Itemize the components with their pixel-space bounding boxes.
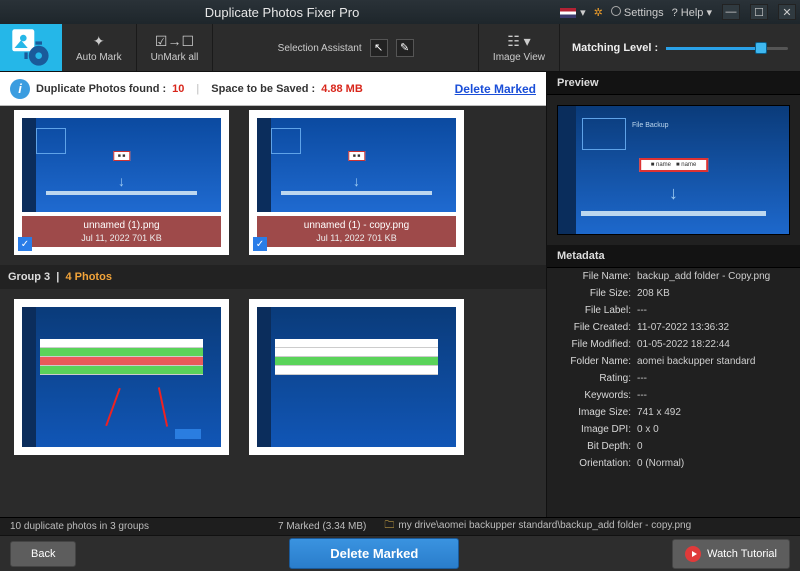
delete-marked-button[interactable]: Delete Marked	[289, 538, 459, 569]
matching-slider[interactable]	[666, 41, 788, 55]
unmark-all-button[interactable]: ☑→☐ UnMark all	[137, 24, 214, 71]
metadata-value: 01-05-2022 18:22:44	[637, 339, 792, 350]
metadata-row: File Created:11-07-2022 13:36:32	[547, 319, 800, 336]
dup-count: 10	[172, 83, 184, 95]
status-bar: 10 duplicate photos in 3 groups 7 Marked…	[0, 517, 800, 535]
space-value: 4.88 MB	[321, 83, 363, 95]
metadata-value: 0 x 0	[637, 424, 792, 435]
lang-icon[interactable]: ✲	[594, 6, 603, 19]
metadata-row: Image DPI:0 x 0	[547, 421, 800, 438]
maximize-button[interactable]: ☐	[750, 4, 768, 20]
metadata-key: Folder Name:	[555, 356, 637, 367]
metadata-value: 0	[637, 441, 792, 452]
thumbnail	[22, 307, 221, 447]
toolbar: ✦ Auto Mark ☑→☐ UnMark all Selection Ass…	[0, 24, 800, 72]
metadata-row: Folder Name:aomei backupper standard	[547, 353, 800, 370]
metadata-key: Image Size:	[555, 407, 637, 418]
metadata-key: File Modified:	[555, 339, 637, 350]
auto-mark-button[interactable]: ✦ Auto Mark	[62, 24, 137, 71]
app-title: Duplicate Photos Fixer Pro	[4, 5, 560, 20]
info-icon: i	[10, 79, 30, 99]
metadata-key: Keywords:	[555, 390, 637, 401]
delete-marked-link[interactable]: Delete Marked	[455, 82, 536, 96]
close-button[interactable]: ✕	[778, 4, 796, 20]
mark-checkbox[interactable]: ✓	[18, 237, 32, 251]
status-marked: 7 Marked (3.34 MB)	[278, 521, 366, 532]
status-summary: 10 duplicate photos in 3 groups	[10, 521, 260, 532]
preview-image[interactable]: File Backup ■ name ■ name↓	[557, 105, 790, 235]
metadata-value: ---	[637, 373, 792, 384]
photo-card[interactable]	[249, 299, 464, 455]
photo-caption: unnamed (1).png Jul 11, 2022 701 KB	[22, 216, 221, 247]
watch-tutorial-button[interactable]: Watch Tutorial	[672, 539, 790, 569]
metadata-key: Orientation:	[555, 458, 637, 469]
metadata-value: 11-07-2022 13:36:32	[637, 322, 792, 333]
results-pane: i Duplicate Photos found : 10 | Space to…	[0, 72, 546, 517]
metadata-value: ---	[637, 305, 792, 316]
uncheck-icon: ☑→☐	[155, 32, 194, 50]
metadata-title: Metadata	[547, 245, 800, 268]
metadata-value: backup_add folder - Copy.png	[637, 271, 792, 282]
metadata-key: Image DPI:	[555, 424, 637, 435]
photo-card[interactable]	[14, 299, 229, 455]
assist-icon-1[interactable]: ↖	[370, 39, 388, 57]
wand-icon: ✦	[93, 32, 105, 50]
metadata-list[interactable]: File Name:backup_add folder - Copy.pngFi…	[547, 268, 800, 517]
preview-title: Preview	[547, 72, 800, 95]
metadata-key: Rating:	[555, 373, 637, 384]
image-view-button[interactable]: ☷ ▾ Image View	[479, 24, 560, 71]
metadata-value: aomei backupper standard	[637, 356, 792, 367]
group-header: Group 3 | 4 Photos	[0, 265, 546, 289]
metadata-row: File Label:---	[547, 302, 800, 319]
assist-icon-2[interactable]: ✎	[396, 39, 414, 57]
grid-icon: ☷ ▾	[507, 32, 530, 50]
thumbnail: ■ ■↓	[22, 118, 221, 212]
settings-link[interactable]: Settings	[611, 6, 664, 19]
metadata-value: 208 KB	[637, 288, 792, 299]
info-bar: i Duplicate Photos found : 10 | Space to…	[0, 72, 546, 106]
metadata-key: File Created:	[555, 322, 637, 333]
matching-level: Matching Level :	[560, 24, 800, 71]
metadata-key: File Name:	[555, 271, 637, 282]
metadata-row: File Name:backup_add folder - Copy.png	[547, 268, 800, 285]
thumbnail: ■ ■↓	[257, 118, 456, 212]
metadata-row: Rating:---	[547, 370, 800, 387]
metadata-row: Orientation:0 (Normal)	[547, 455, 800, 472]
status-path: 🗀my drive\aomei backupper standard\backu…	[384, 518, 691, 535]
metadata-row: Keywords:---	[547, 387, 800, 404]
flag-icon[interactable]: ▾	[560, 6, 586, 19]
photo-card[interactable]: ■ ■↓ unnamed (1) - copy.png Jul 11, 2022…	[249, 110, 464, 255]
photo-caption: unnamed (1) - copy.png Jul 11, 2022 701 …	[257, 216, 456, 247]
metadata-value: 0 (Normal)	[637, 458, 792, 469]
metadata-row: Bit Depth:0	[547, 438, 800, 455]
metadata-row: File Modified:01-05-2022 18:22:44	[547, 336, 800, 353]
metadata-row: File Size:208 KB	[547, 285, 800, 302]
side-panel: Preview File Backup ■ name ■ name↓ Metad…	[546, 72, 800, 517]
thumbnail	[257, 307, 456, 447]
metadata-key: File Label:	[555, 305, 637, 316]
play-icon	[685, 546, 701, 562]
metadata-row: Image Size:741 x 492	[547, 404, 800, 421]
photo-card[interactable]: ■ ■↓ unnamed (1).png Jul 11, 2022 701 KB…	[14, 110, 229, 255]
metadata-key: Bit Depth:	[555, 441, 637, 452]
metadata-value: 741 x 492	[637, 407, 792, 418]
selection-assistant[interactable]: Selection Assistant ↖ ✎	[213, 24, 479, 71]
metadata-value: ---	[637, 390, 792, 401]
back-button[interactable]: Back	[10, 541, 76, 567]
app-logo	[0, 24, 62, 71]
minimize-button[interactable]: —	[722, 4, 740, 20]
metadata-key: File Size:	[555, 288, 637, 299]
help-link[interactable]: ? Help ▾	[672, 6, 712, 19]
bottom-bar: Back Delete Marked Watch Tutorial	[0, 535, 800, 571]
title-bar: Duplicate Photos Fixer Pro ▾ ✲ Settings …	[0, 0, 800, 24]
mark-checkbox[interactable]: ✓	[253, 237, 267, 251]
gallery[interactable]: ■ ■↓ unnamed (1).png Jul 11, 2022 701 KB…	[0, 106, 546, 517]
preview-box: File Backup ■ name ■ name↓	[547, 95, 800, 245]
folder-icon: 🗀	[384, 520, 394, 531]
